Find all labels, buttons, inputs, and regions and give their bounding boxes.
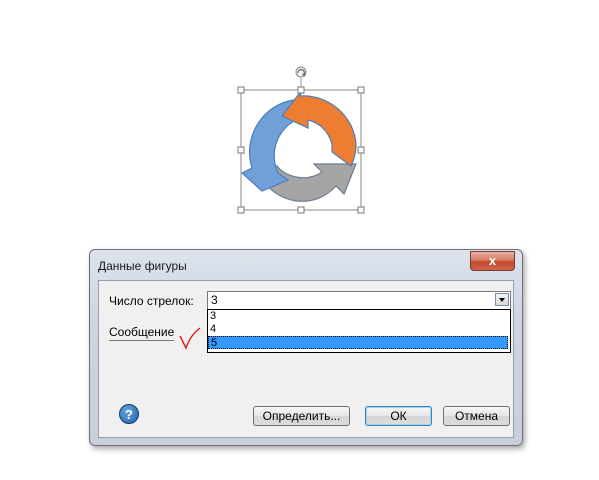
help-icon[interactable]: ? xyxy=(119,404,139,424)
cancel-button[interactable]: Отмена xyxy=(443,406,510,426)
red-checkmark-icon xyxy=(179,327,201,350)
help-glyph: ? xyxy=(125,407,133,422)
arrow-count-label: Число стрелок: xyxy=(109,294,194,308)
shape-data-dialog: Данные фигуры x Число стрелок: 3 3 4 5 С… xyxy=(89,249,523,446)
ok-button[interactable]: ОК xyxy=(365,406,432,426)
resize-handle[interactable] xyxy=(237,206,245,214)
resize-handle[interactable] xyxy=(297,86,305,94)
dialog-body: Число стрелок: 3 3 4 5 Сообщение ? Опред… xyxy=(98,280,514,438)
resize-handle[interactable] xyxy=(357,146,365,154)
arrow-segment-orange xyxy=(281,89,357,167)
resize-handle[interactable] xyxy=(237,146,245,154)
resize-handle[interactable] xyxy=(297,206,305,214)
dialog-title: Данные фигуры xyxy=(98,259,187,273)
close-icon: x xyxy=(488,253,497,268)
resize-handle[interactable] xyxy=(357,86,365,94)
dropdown-option-5[interactable]: 5 xyxy=(208,336,508,349)
chevron-down-icon[interactable] xyxy=(495,293,509,306)
dropdown-option-3[interactable]: 3 xyxy=(208,310,508,323)
dropdown-option-4[interactable]: 4 xyxy=(208,323,508,336)
define-button[interactable]: Определить... xyxy=(253,406,350,426)
close-button[interactable]: x xyxy=(470,251,515,271)
dialog-titlebar[interactable]: Данные фигуры x xyxy=(90,250,522,278)
cycle-arrows-shape[interactable] xyxy=(236,60,366,216)
resize-handle[interactable] xyxy=(237,86,245,94)
resize-handle[interactable] xyxy=(357,206,365,214)
arrow-count-dropdown-list: 3 4 5 xyxy=(207,309,511,353)
rotate-handle-icon[interactable] xyxy=(295,66,307,78)
message-label: Сообщение xyxy=(109,325,175,341)
arrow-count-combobox[interactable]: 3 xyxy=(207,291,511,310)
arrow-count-value: 3 xyxy=(211,293,218,307)
